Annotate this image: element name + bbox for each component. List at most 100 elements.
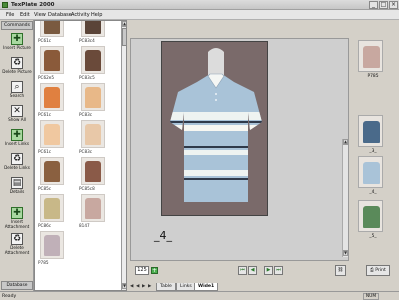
commands-panel: Commands ✚ Insert Picture ♻ Delete Picture ⌕… [0,20,34,291]
main-viewer: _4_ ▲ ▼ [130,38,349,261]
command-insert-attachment-button[interactable]: ✚ Insert Attachment [1,206,33,230]
product-thumbnail[interactable]: PC83c4 [79,21,109,45]
commands-header: Commands [1,21,33,30]
scroll-down-arrow[interactable]: ▼ [343,250,348,256]
thumbnail-caption: PC83c [79,149,93,154]
maximize-button[interactable]: □ [379,1,388,9]
command-show-all-button[interactable]: ✕ Show All [1,104,33,128]
product-thumbnail[interactable]: PC62e5 [38,46,68,82]
tab-last-arrow[interactable]: ▶ [148,284,151,289]
shirt-shape [363,206,380,228]
shirt-image [81,46,105,74]
tab-prev-arrow[interactable]: ◀ [136,284,139,289]
linked-item-caption: P785 [367,74,379,79]
shirt-shape [363,162,380,184]
shirt-shape [44,87,60,108]
product-thumbnail[interactable]: PC86c [38,194,68,230]
thumbnail-caption: PC85c [38,186,52,191]
tab-links[interactable]: Links [176,283,196,291]
scroll-thumb[interactable] [122,28,126,46]
insert-attachment-icon: ✚ [11,207,23,219]
command-label: Show All [8,117,26,122]
product-thumbnail[interactable]: PC83c [79,120,109,156]
go-button[interactable]: + [151,267,158,274]
product-thumbnail[interactable]: PC61c [38,21,68,45]
shirt-image [81,83,105,111]
product-thumbnail[interactable]: P785 [38,231,68,267]
linked-item-thumbnail[interactable] [358,115,383,147]
product-thumbnail[interactable]: 8147 [79,194,109,230]
linked-item-thumbnail[interactable] [358,156,383,188]
shirt-button [215,99,217,101]
record-navigation-bar: 125 + ⏮ ◀ ▶ ⏭ ⛓ ⎙ Print [130,262,399,282]
command-label: Delete Picture [2,69,32,74]
status-bar: Ready NUM [0,291,399,300]
command-insert-picture-button[interactable]: ✚ Insert Picture [1,32,33,56]
polo-shirt-image [162,42,267,215]
tab-wide1[interactable]: Wide1 [194,283,219,291]
thumbnail-caption: PC61c [38,38,52,43]
record-number-field[interactable]: 125 [135,266,149,275]
tab-table[interactable]: Table [156,283,176,291]
link-button[interactable]: ⛓ [335,265,346,276]
command-delete-picture-button[interactable]: ♻ Delete Picture [1,56,33,80]
num-lock-indicator: NUM [363,293,379,300]
menu-database[interactable]: Database [48,12,72,18]
product-thumbnail[interactable]: PC61c [38,83,68,119]
last-record-button[interactable]: ⏭ [274,266,283,275]
menu-file[interactable]: File [6,12,14,18]
command-insert-links-button[interactable]: ✚ Insert Links [1,128,33,152]
tab-next-arrow[interactable]: ▶ [142,284,145,289]
command-label: Insert Picture [3,45,31,50]
shirt-image [81,194,105,222]
recycle-bin-icon: ♻ [11,57,23,69]
command-label: Insert Links [4,141,30,146]
linked-item-caption: _4_ [369,190,377,195]
shirt-stripe [170,112,262,120]
scroll-down-arrow[interactable]: ▼ [122,283,126,289]
shirt-image [40,120,64,148]
command-label: Delete Attachment [4,245,30,255]
minimize-button[interactable]: _ [369,1,378,9]
first-record-button[interactable]: ⏮ [238,266,247,275]
previous-record-button[interactable]: ◀ [248,266,257,275]
menu-help[interactable]: Help [91,12,102,18]
command-details-button[interactable]: ▤ Details [1,176,33,200]
shirt-shape [44,161,60,182]
command-search-button[interactable]: ⌕ Search [1,80,33,104]
shirt-shape [44,198,60,219]
shirt-image [40,21,64,37]
command-label: Delete Links [4,165,30,170]
shirt-shape [85,21,101,34]
close-button[interactable]: × [389,1,398,9]
menu-activity[interactable]: Activity [71,12,90,18]
product-thumbnail[interactable]: PC85c [38,157,68,193]
main-scrollbar[interactable]: ▲ ▼ [342,139,348,257]
scroll-up-arrow[interactable]: ▲ [343,139,348,145]
product-thumbnail[interactable]: PC83c [79,83,109,119]
product-thumbnail[interactable]: PC83c5 [79,46,109,82]
shirt-shape [363,46,380,68]
insert-picture-icon: ✚ [11,33,23,45]
command-delete-links-button[interactable]: ♻ Delete Links [1,152,33,176]
next-record-button[interactable]: ▶ [264,266,273,275]
menu-view[interactable]: View [34,12,46,18]
status-text: Ready [2,294,17,299]
thumbnail-caption: PC83c [79,112,93,117]
linked-item-caption: _3_ [369,149,377,154]
thumbnail-scrollbar[interactable]: ▲ ▼ [121,21,126,290]
shirt-image [81,120,105,148]
print-button[interactable]: ⎙ Print [366,265,390,276]
product-thumbnail[interactable]: PC61c [38,120,68,156]
recycle-bin-icon: ♻ [11,153,23,165]
tab-first-arrow[interactable]: ◀ [130,284,133,289]
shirt-shape [85,198,101,219]
shirt-image [40,83,64,111]
scroll-up-arrow[interactable]: ▲ [122,21,126,27]
product-thumbnail[interactable]: PC85c8 [79,157,109,193]
linked-item-thumbnail[interactable] [358,40,383,72]
linked-item-thumbnail[interactable] [358,200,383,232]
menu-edit[interactable]: Edit [20,12,30,18]
command-delete-attachment-button[interactable]: ♻ Delete Attachment [1,232,33,256]
database-button[interactable]: Database [1,281,33,290]
